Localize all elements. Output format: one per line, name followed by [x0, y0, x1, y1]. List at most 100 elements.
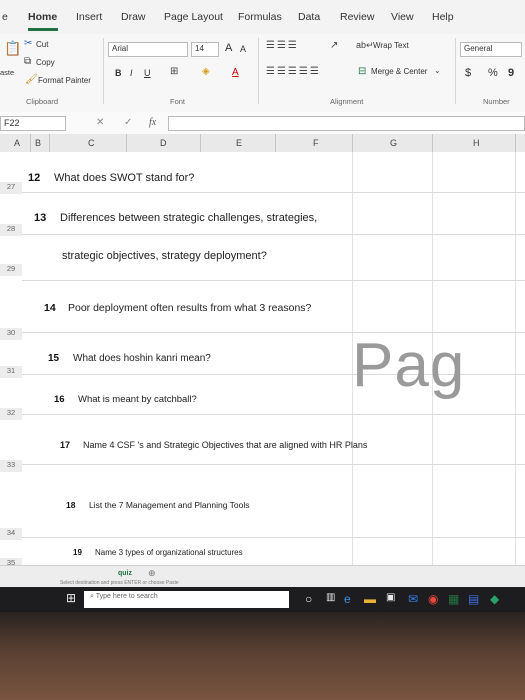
underline-button[interactable]: U — [144, 68, 151, 78]
wrap-text-icon[interactable]: ab↵ — [356, 40, 374, 51]
page-watermark: Pag — [352, 331, 466, 400]
number-group-label: Number — [483, 97, 510, 106]
question-text: Poor deployment often results from what … — [68, 302, 312, 314]
italic-button[interactable]: I — [130, 68, 133, 78]
tab-file[interactable]: e — [2, 11, 8, 23]
percent-button[interactable]: % — [488, 67, 498, 79]
column-header-g[interactable]: G — [390, 138, 397, 148]
question-number: 16 — [54, 394, 65, 405]
format-painter-icon[interactable]: 🖌 — [25, 74, 38, 85]
question-text: strategic objectives, strategy deploymen… — [62, 250, 267, 262]
tab-home[interactable]: Home — [28, 11, 57, 23]
column-header-b[interactable]: B — [35, 138, 41, 148]
cut-button[interactable]: Cut — [36, 40, 48, 49]
copy-icon[interactable]: ⧉ — [24, 56, 31, 67]
row-header[interactable]: 28 — [0, 224, 22, 236]
tab-insert[interactable]: Insert — [76, 11, 102, 23]
store-icon[interactable]: ▣ — [386, 592, 395, 603]
separator — [455, 38, 456, 104]
excel-taskbar-icon[interactable]: ▦ — [448, 592, 459, 606]
tab-view[interactable]: View — [391, 11, 414, 23]
alignment-group-label: Alignment — [330, 97, 364, 106]
borders-icon[interactable]: ⊞ — [170, 66, 178, 77]
copy-button[interactable]: Copy — [36, 58, 55, 67]
font-size-select[interactable]: 14 — [191, 42, 219, 57]
tab-draw[interactable]: Draw — [121, 11, 146, 23]
currency-button[interactable]: $ — [465, 67, 471, 79]
row-header[interactable]: 27 — [0, 182, 22, 194]
tab-formulas[interactable]: Formulas — [238, 11, 282, 23]
row-header[interactable]: 33 — [0, 460, 22, 472]
shrink-font-button[interactable]: A — [240, 44, 246, 54]
number-format-select[interactable]: General — [460, 42, 522, 57]
row-header[interactable]: 31 — [0, 366, 22, 378]
cancel-icon[interactable]: ✕ — [96, 117, 104, 128]
chrome-icon[interactable]: ◉ — [428, 592, 438, 606]
scissors-icon[interactable]: ✂ — [24, 38, 32, 49]
ribbon-tabs: e Home Insert Draw Page Layout Formulas … — [0, 0, 525, 34]
format-painter-button[interactable]: Format Painter — [38, 76, 91, 85]
merge-icon[interactable]: ⊟ — [358, 66, 366, 77]
paste-icon[interactable]: 📋 — [4, 40, 21, 57]
tab-review[interactable]: Review — [340, 11, 374, 23]
ribbon: 📋 aste ✂ Cut ⧉ Copy 🖌 Format Painter Cli… — [0, 34, 525, 113]
sheet-tab-quiz[interactable]: quiz — [118, 570, 132, 577]
cortana-icon[interactable]: ○ — [305, 592, 312, 606]
column-header-h[interactable]: H — [473, 138, 480, 148]
wrap-text-button[interactable]: Wrap Text — [373, 41, 409, 50]
column-header-e[interactable]: E — [236, 138, 242, 148]
align-top-icons[interactable]: ☰☰☰ — [266, 40, 299, 51]
enter-icon[interactable]: ✓ — [124, 117, 132, 128]
app-taskbar-icon[interactable]: ◆ — [490, 592, 499, 606]
formula-input[interactable] — [168, 116, 525, 131]
font-color-button[interactable]: A — [232, 67, 239, 78]
question-text: List the 7 Management and Planning Tools — [89, 500, 250, 510]
merge-center-button[interactable]: Merge & Center — [371, 67, 427, 76]
add-sheet-icon[interactable]: ⊕ — [148, 568, 156, 579]
status-hint: Select destination and press ENTER or ch… — [60, 580, 179, 586]
font-name-select[interactable]: Arial — [108, 42, 188, 57]
paste-button[interactable]: aste — [0, 68, 14, 77]
question-text: Name 4 CSF 's and Strategic Objectives t… — [83, 440, 368, 450]
search-placeholder: Type here to search — [95, 593, 158, 600]
column-header-d[interactable]: D — [160, 138, 167, 148]
task-view-icon[interactable]: ▥ — [326, 592, 335, 603]
tab-help[interactable]: Help — [432, 11, 454, 23]
tab-page-layout[interactable]: Page Layout — [164, 11, 223, 23]
taskbar-search-box[interactable]: ⌕ Type here to search — [84, 591, 289, 608]
question-number: 12 — [28, 172, 41, 184]
question-text: Differences between strategic challenges… — [60, 212, 318, 224]
column-header-a[interactable]: A — [14, 138, 20, 148]
name-box[interactable]: F22 — [0, 116, 66, 131]
question-number: 18 — [66, 500, 76, 510]
edge-icon[interactable]: e — [344, 592, 351, 606]
row-header[interactable]: 34 — [0, 528, 22, 540]
file-explorer-icon[interactable]: ▬ — [364, 592, 376, 606]
excel-window: e Home Insert Draw Page Layout Formulas … — [0, 0, 525, 612]
tab-data[interactable]: Data — [298, 11, 320, 23]
row-header[interactable]: 30 — [0, 328, 22, 340]
bold-button[interactable]: B — [115, 68, 122, 78]
comma-button[interactable]: 9 — [508, 67, 514, 79]
mail-icon[interactable]: ✉ — [408, 592, 418, 606]
question-text: Name 3 types of organizational structure… — [95, 548, 243, 557]
separator — [103, 38, 104, 104]
column-header-c[interactable]: C — [88, 138, 95, 148]
column-header-f[interactable]: F — [313, 138, 319, 148]
font-group-label: Font — [170, 97, 186, 106]
function-icon[interactable]: fx — [149, 117, 156, 128]
formula-bar: F22 ✕ ✓ fx — [0, 112, 525, 135]
active-tab-indicator — [28, 28, 58, 31]
row-header[interactable]: 29 — [0, 264, 22, 276]
word-taskbar-icon[interactable]: ▤ — [468, 592, 479, 606]
row-header[interactable]: 32 — [0, 408, 22, 420]
question-number: 13 — [34, 212, 47, 224]
orientation-icon[interactable]: ↗ — [330, 40, 338, 51]
question-text: What does SWOT stand for? — [54, 172, 195, 184]
chevron-down-icon[interactable]: ⌄ — [434, 66, 441, 75]
worksheet-grid[interactable]: 27 12 What does SWOT stand for? 28 13 Di… — [0, 152, 525, 576]
fill-color-icon[interactable]: ◈ — [202, 66, 210, 77]
align-horizontal-icons[interactable]: ☰☰☰☰☰ — [266, 66, 321, 77]
windows-start-icon[interactable]: ⊞ — [66, 591, 76, 605]
grow-font-button[interactable]: A — [225, 42, 232, 54]
